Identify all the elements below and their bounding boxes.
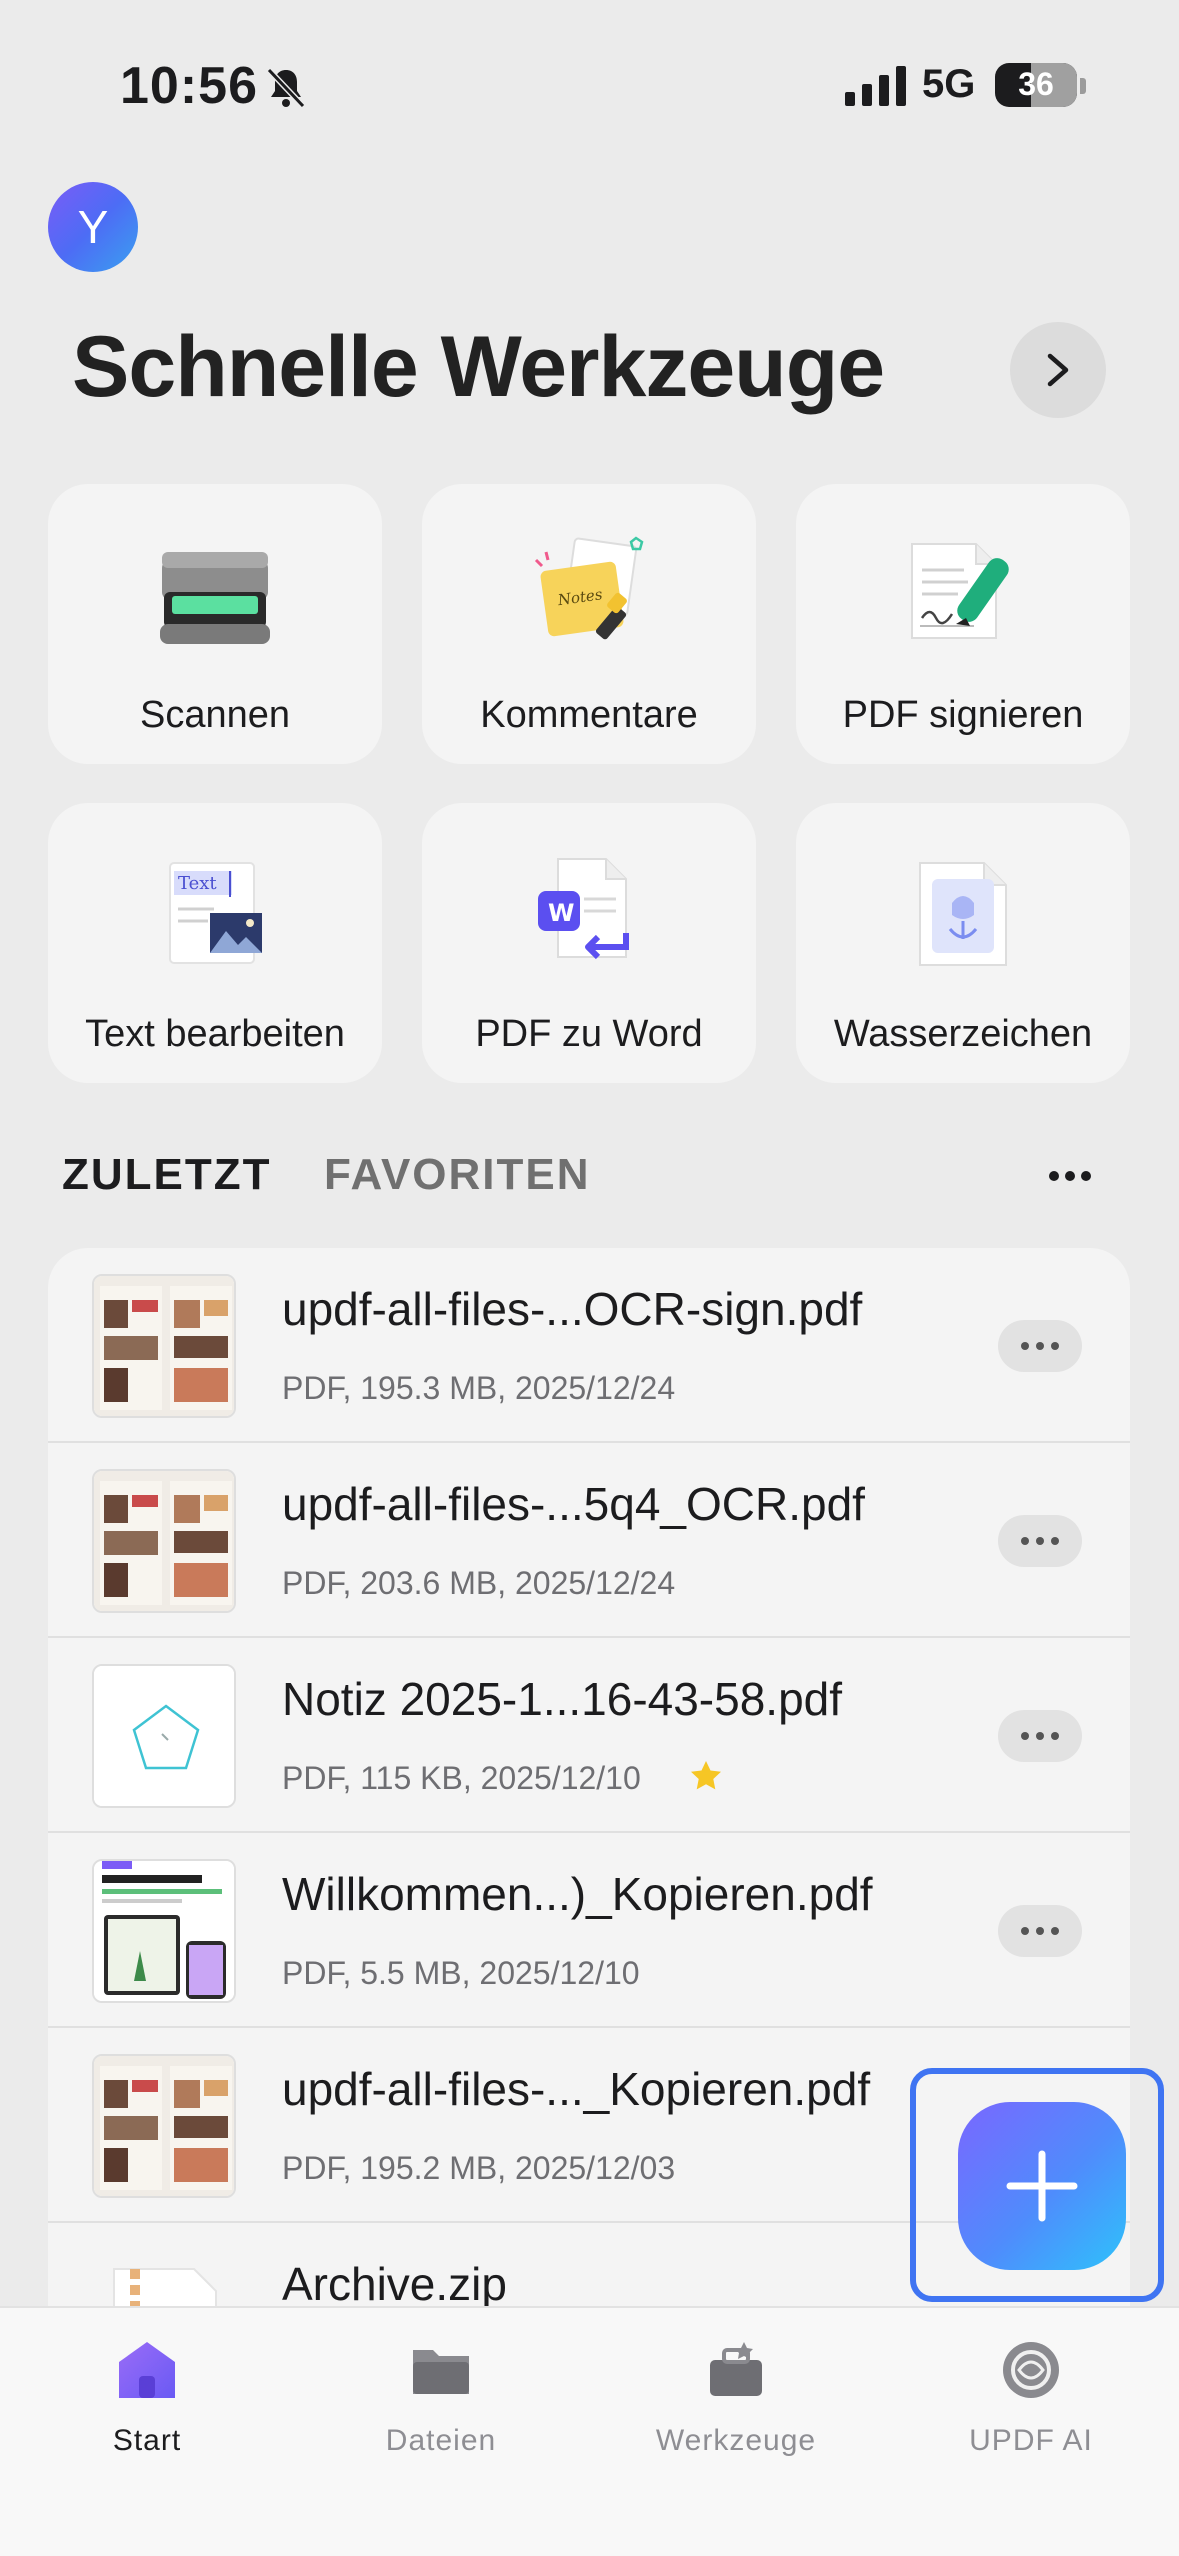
file-name: updf-all-files-...OCR-sign.pdf bbox=[282, 1283, 863, 1335]
file-row[interactable]: updf-all-files-...OCR-sign.pdf PDF, 195.… bbox=[48, 1248, 1130, 1443]
file-meta: PDF, 115 KB, 2025/12/10 bbox=[282, 1760, 641, 1796]
more-horizontal-icon bbox=[1021, 1927, 1059, 1935]
bottom-tab-bar: Start Dateien Werkzeuge UPDF AI bbox=[0, 2306, 1179, 2556]
file-meta: PDF, 195.2 MB, 2025/12/03 bbox=[282, 2150, 676, 2186]
tab-favorites[interactable]: FAVORITEN bbox=[324, 1150, 591, 1200]
tool-label: Kommentare bbox=[480, 694, 698, 736]
tool-card-scan[interactable]: Scannen bbox=[48, 484, 382, 764]
svg-text:Text: Text bbox=[178, 873, 217, 894]
toolbox-icon bbox=[710, 2342, 762, 2396]
home-icon bbox=[119, 2342, 175, 2398]
file-thumbnail bbox=[92, 1664, 236, 1808]
file-meta: PDF, 5.5 MB, 2025/12/10 bbox=[282, 1955, 640, 1991]
file-options-button[interactable] bbox=[998, 1710, 1082, 1762]
tool-label: Wasserzeichen bbox=[833, 1013, 1093, 1055]
more-horizontal-icon bbox=[1021, 1537, 1059, 1545]
file-options-button[interactable] bbox=[998, 1320, 1082, 1372]
svg-text:W: W bbox=[548, 899, 574, 927]
battery-icon: 36 bbox=[995, 63, 1077, 107]
tab-files[interactable]: Dateien bbox=[294, 2308, 588, 2508]
network-label: 5G bbox=[922, 62, 976, 106]
tool-card-comments[interactable]: Notes Kommentare bbox=[422, 484, 756, 764]
battery-level: 36 bbox=[1018, 66, 1054, 102]
file-row[interactable]: Notiz 2025-1...16-43-58.pdf PDF, 115 KB,… bbox=[48, 1638, 1130, 1833]
watermark-icon bbox=[919, 862, 1007, 966]
file-options-button[interactable] bbox=[998, 1515, 1082, 1567]
pdf-to-word-icon: W bbox=[538, 858, 629, 960]
tab-recent[interactable]: ZULETZT bbox=[62, 1150, 272, 1200]
chevron-right-icon bbox=[1047, 353, 1069, 387]
file-row[interactable]: updf-all-files-...5q4_OCR.pdf PDF, 203.6… bbox=[48, 1443, 1130, 1638]
file-row[interactable]: Willkommen...)_Kopieren.pdf PDF, 5.5 MB,… bbox=[48, 1833, 1130, 2028]
ai-icon bbox=[1003, 2342, 1059, 2398]
plus-icon bbox=[1006, 2150, 1078, 2222]
edit-text-icon: Text bbox=[169, 862, 262, 964]
file-options-button[interactable] bbox=[998, 1905, 1082, 1957]
more-horizontal-icon bbox=[1021, 1732, 1059, 1740]
file-meta: PDF, 203.6 MB, 2025/12/24 bbox=[282, 1565, 676, 1601]
tool-card-sign[interactable]: PDF signieren bbox=[796, 484, 1130, 764]
avatar[interactable]: Y bbox=[48, 182, 138, 272]
folder-icon bbox=[413, 2350, 469, 2394]
scanner-icon bbox=[160, 552, 270, 644]
battery-tip bbox=[1080, 78, 1086, 94]
tab-start[interactable]: Start bbox=[0, 2308, 294, 2508]
notes-icon: Notes bbox=[534, 536, 644, 640]
tool-label: Scannen bbox=[139, 694, 290, 736]
tab-updf-ai[interactable]: UPDF AI bbox=[884, 2308, 1178, 2508]
tab-tools[interactable]: Werkzeuge bbox=[589, 2308, 883, 2508]
add-button[interactable] bbox=[958, 2102, 1126, 2270]
file-thumbnail bbox=[92, 1469, 236, 1613]
tab-label: Dateien bbox=[385, 2424, 497, 2457]
file-thumbnail bbox=[92, 2054, 236, 2198]
file-name: Willkommen...)_Kopieren.pdf bbox=[282, 1868, 873, 1920]
zip-file-icon bbox=[92, 2249, 236, 2308]
star-icon bbox=[691, 1761, 721, 1790]
more-horizontal-icon bbox=[1021, 1342, 1059, 1350]
more-horizontal-icon[interactable] bbox=[1048, 1170, 1092, 1182]
tab-label: UPDF AI bbox=[969, 2424, 1093, 2457]
file-thumbnail bbox=[92, 1274, 236, 1418]
file-name: updf-all-files-...5q4_OCR.pdf bbox=[282, 1478, 865, 1530]
file-meta: PDF, 195.3 MB, 2025/12/24 bbox=[282, 1370, 676, 1406]
file-name: updf-all-files-..._Kopieren.pdf bbox=[282, 2063, 871, 2115]
bell-muted-icon bbox=[266, 67, 306, 109]
status-bar: 10:56 5G 36 bbox=[0, 0, 1179, 170]
tools-more-button[interactable] bbox=[1010, 322, 1106, 418]
file-thumbnail bbox=[92, 1859, 236, 2003]
tool-card-pdf-to-word[interactable]: W PDF zu Word bbox=[422, 803, 756, 1083]
tool-label: PDF zu Word bbox=[475, 1013, 703, 1055]
page-title: Schnelle Werkzeuge bbox=[72, 319, 885, 415]
sign-icon bbox=[911, 543, 1009, 639]
file-name: Archive.zip bbox=[282, 2258, 507, 2308]
tab-label: Werkzeuge bbox=[655, 2424, 817, 2457]
status-time: 10:56 bbox=[120, 57, 258, 115]
tool-card-edit-text[interactable]: Text Text bearbeiten bbox=[48, 803, 382, 1083]
file-name: Notiz 2025-1...16-43-58.pdf bbox=[282, 1673, 843, 1725]
signal-icon bbox=[845, 66, 906, 106]
tab-label: Start bbox=[112, 2424, 182, 2457]
tool-label: PDF signieren bbox=[842, 694, 1084, 736]
tool-label: Text bearbeiten bbox=[85, 1013, 345, 1055]
tool-card-watermark[interactable]: Wasserzeichen bbox=[796, 803, 1130, 1083]
